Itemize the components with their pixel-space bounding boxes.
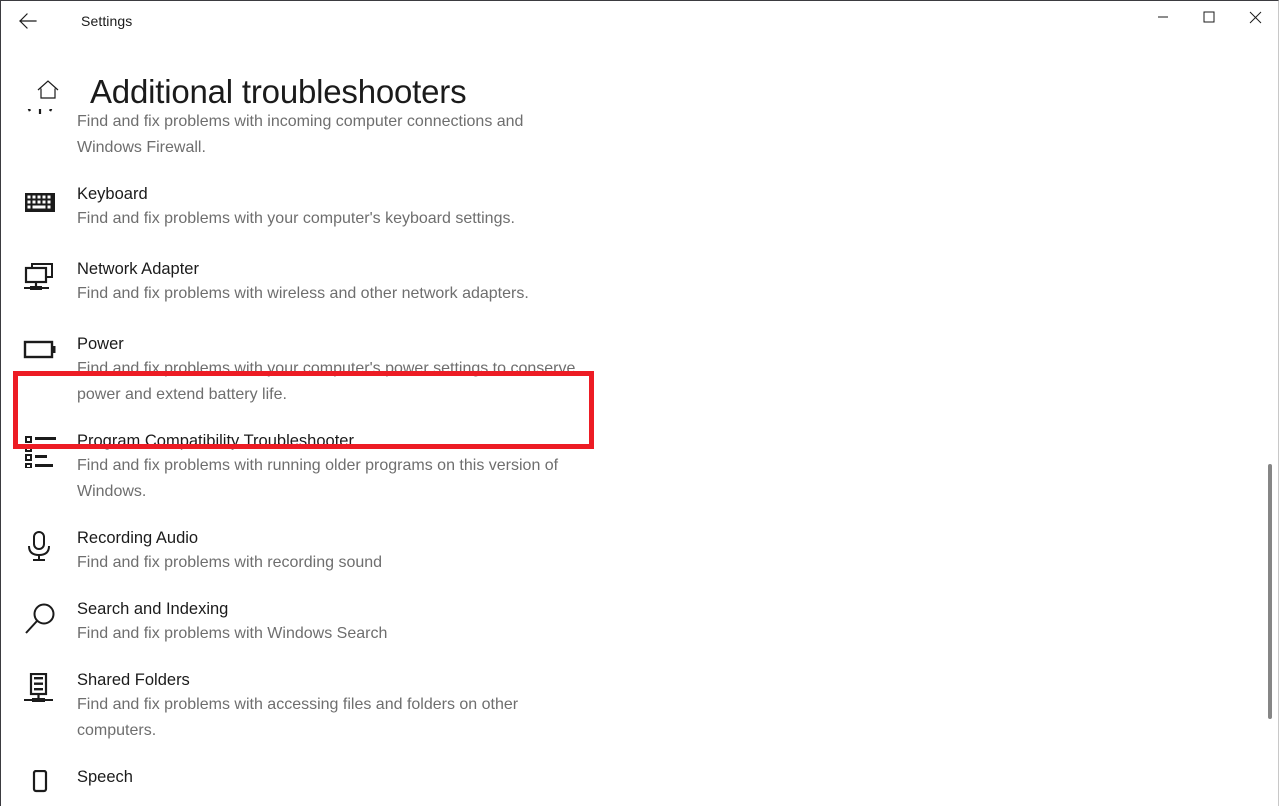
close-icon xyxy=(1249,11,1262,24)
shared-folders-icon xyxy=(23,669,67,703)
app-title: Settings xyxy=(81,13,133,29)
list-item-network-adapter[interactable]: Network Adapter Find and fix problems wi… xyxy=(1,258,1278,307)
list-item-title: Power xyxy=(77,335,124,353)
list-item[interactable]: Speech xyxy=(1,766,1278,800)
list-item-description: Find and fix problems with accessing fil… xyxy=(77,696,519,739)
network-adapter-icon xyxy=(23,258,67,292)
maximize-button[interactable] xyxy=(1186,1,1232,33)
scrollbar-thumb[interactable] xyxy=(1268,464,1272,719)
list-item[interactable]: Incoming Connections Find and fix proble… xyxy=(1,109,1278,161)
list-icon xyxy=(23,430,67,468)
list-item-title: Speech xyxy=(77,768,133,786)
list-item-description: Find and fix problems with incoming comp… xyxy=(77,113,524,156)
list-item-title: Network Adapter xyxy=(77,260,199,278)
back-button[interactable] xyxy=(5,3,51,39)
maximize-icon xyxy=(1203,11,1215,23)
close-button[interactable] xyxy=(1232,1,1278,33)
home-icon xyxy=(35,77,61,108)
list-item-title: Recording Audio xyxy=(77,529,199,547)
battery-icon xyxy=(23,333,67,367)
list-item-description: Find and fix problems with your computer… xyxy=(77,360,576,403)
list-item[interactable]: Keyboard Find and fix problems with your… xyxy=(1,183,1278,232)
page-title: Additional troubleshooters xyxy=(90,73,467,110)
list-item[interactable]: Search and Indexing Find and fix problem… xyxy=(1,598,1278,647)
list-item-title: Search and Indexing xyxy=(77,600,229,618)
list-item[interactable]: Recording Audio Find and fix problems wi… xyxy=(1,527,1278,576)
list-item-description: Find and fix problems with wireless and … xyxy=(77,285,529,302)
broadcast-antenna-icon xyxy=(23,109,67,120)
list-item-title: Program Compatibility Troubleshooter xyxy=(77,432,354,450)
list-item-description: Find and fix problems with Windows Searc… xyxy=(77,625,388,642)
home-button[interactable] xyxy=(31,77,65,108)
list-item[interactable]: Shared Folders Find and fix problems wit… xyxy=(1,669,1278,744)
list-item-title: Keyboard xyxy=(77,185,148,203)
list-item[interactable]: Power Find and fix problems with your co… xyxy=(1,333,1278,408)
microphone-icon xyxy=(23,527,67,561)
list-item-description: Find and fix problems with running older… xyxy=(77,457,559,500)
search-icon xyxy=(23,598,67,634)
settings-window: Settings Additional troubleshooters Find… xyxy=(0,0,1279,806)
title-bar: Settings xyxy=(1,1,1278,41)
minimize-icon xyxy=(1157,11,1169,23)
troubleshooter-list: Incoming Connections Find and fix proble… xyxy=(1,109,1278,806)
list-item-description: Find and fix problems with your computer… xyxy=(77,210,515,227)
minimize-button[interactable] xyxy=(1140,1,1186,33)
list-item[interactable]: Program Compatibility Troubleshooter Fin… xyxy=(1,430,1278,505)
list-item-title: Shared Folders xyxy=(77,671,190,689)
speech-icon xyxy=(23,766,67,800)
keyboard-icon xyxy=(23,183,67,217)
back-arrow-icon xyxy=(17,10,39,32)
list-item-description: Find and fix problems with recording sou… xyxy=(77,554,383,571)
scrollbar-track[interactable] xyxy=(1261,217,1277,806)
window-controls xyxy=(1140,1,1278,41)
